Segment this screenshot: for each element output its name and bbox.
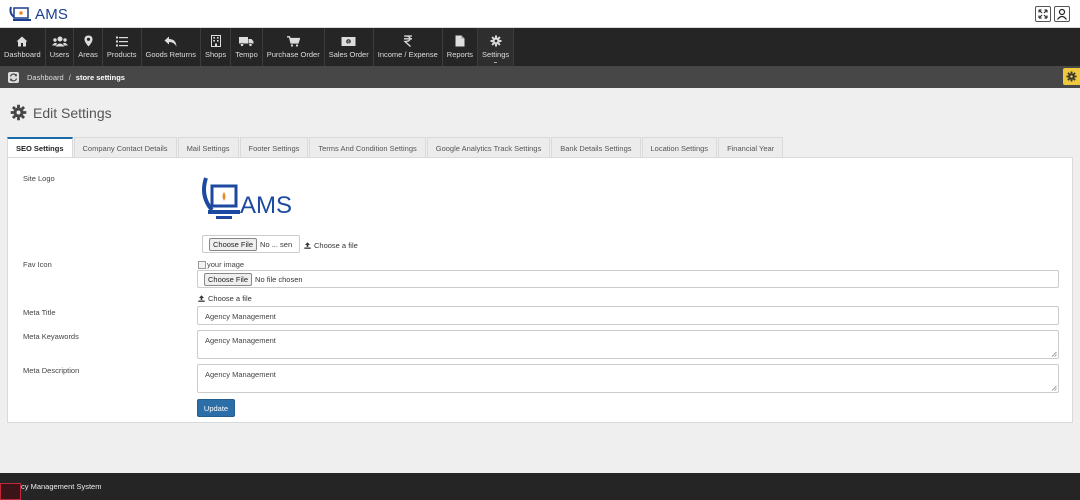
nav-item-dashboard[interactable]: Dashboard [0, 28, 46, 66]
rupee-icon [403, 35, 412, 47]
page-heading: Edit Settings [10, 104, 112, 121]
upload-icon [198, 295, 205, 302]
settings-tabs: SEO Settings Company Contact Details Mai… [7, 137, 784, 158]
fullscreen-icon[interactable] [1035, 6, 1051, 22]
broken-image-icon [198, 260, 206, 269]
users-icon [51, 36, 68, 46]
tab-google-analytics-track-settings[interactable]: Google Analytics Track Settings [426, 137, 551, 158]
nav-item-reports[interactable]: Reports [443, 28, 479, 66]
nav-item-goods-returns[interactable]: Goods Returns [142, 28, 201, 66]
nav-label-sales-order: Sales Order [328, 49, 369, 59]
tab-company-contact-details[interactable]: Company Contact Details [73, 137, 177, 158]
cog-icon [10, 104, 27, 121]
fav-file-status: No file chosen [255, 274, 303, 284]
meta-title-label: Meta Title [23, 308, 56, 317]
top-icons [1035, 6, 1070, 22]
building-icon [210, 35, 221, 47]
nav-label-purchase-order: Purchase Order [266, 49, 320, 59]
meta-keywords-value: Agency Management [205, 336, 276, 345]
breadcrumb-separator: / [68, 72, 71, 82]
nav-label-users: Users [49, 49, 70, 59]
settings-toggle-icon[interactable] [1063, 68, 1080, 85]
nav-label-settings: Settings [482, 50, 510, 59]
fav-choose-link-text: Choose a file [208, 294, 252, 303]
reply-icon [164, 36, 177, 46]
resize-handle-icon[interactable] [1051, 385, 1057, 391]
meta-description-textarea[interactable]: Agency Management [197, 364, 1059, 393]
home-icon [16, 36, 28, 46]
footer-text: cy Management System [21, 482, 102, 491]
fav-image-alt: your image [207, 260, 245, 269]
tab-financial-year[interactable]: Financial Year [718, 137, 784, 158]
tab-seo-settings[interactable]: SEO Settings [7, 137, 73, 158]
logo-choose-link-text: Choose a file [314, 241, 358, 250]
nav-item-tempo[interactable]: Tempo [231, 28, 263, 66]
file-icon [455, 35, 465, 47]
nav-label-reports: Reports [446, 50, 474, 59]
nav-item-shops[interactable]: Shops [201, 28, 232, 66]
nav-label-dashboard: Dashboard [4, 49, 41, 59]
nav-item-areas[interactable]: Areas [74, 28, 103, 66]
update-button[interactable]: Update [197, 399, 235, 417]
site-logo-label: Site Logo [23, 174, 55, 183]
brand-logo[interactable]: AMS [8, 5, 68, 23]
list-icon [115, 36, 128, 46]
nav-label-areas: Areas [78, 50, 98, 59]
refresh-icon[interactable] [8, 71, 19, 83]
footer-app-icon[interactable] [0, 483, 21, 500]
cart-icon [286, 35, 300, 47]
fav-choose-link[interactable]: Choose a file [198, 294, 252, 303]
nav-item-purchase-order[interactable]: Purchase Order [263, 28, 325, 66]
main-nav: Dashboard Users Areas Products Goods Ret… [0, 28, 1080, 66]
logo-file-input[interactable]: Choose File No ... sen [202, 235, 300, 253]
fav-icon-label: Fav Icon [23, 260, 52, 269]
nav-label-tempo: Tempo [235, 49, 258, 59]
tab-terms-and-condition-settings[interactable]: Terms And Condition Settings [309, 137, 426, 158]
page-title: Edit Settings [33, 104, 112, 121]
footer: cy Management System [0, 473, 1080, 500]
monitor-logo-icon [8, 5, 34, 23]
tab-footer-settings[interactable]: Footer Settings [239, 137, 309, 158]
upload-icon [304, 242, 311, 249]
nav-label-goods-returns: Goods Returns [145, 49, 196, 59]
meta-description-label: Meta Description [23, 366, 80, 375]
nav-label-shops: Shops [204, 50, 227, 59]
nav-item-users[interactable]: Users [46, 28, 75, 66]
logo-choose-link[interactable]: Choose a file [304, 241, 358, 250]
resize-handle-icon[interactable] [1051, 351, 1057, 357]
tab-location-settings[interactable]: Location Settings [641, 137, 718, 158]
user-profile-icon[interactable] [1054, 6, 1070, 22]
gear-icon [490, 35, 502, 47]
meta-title-input[interactable]: Agency Management [197, 306, 1059, 325]
meta-keywords-textarea[interactable]: Agency Management [197, 330, 1059, 359]
breadcrumb-bar: Dashboard / store settings [0, 66, 1080, 88]
site-logo-image: AMS [200, 172, 300, 230]
meta-description-value: Agency Management [205, 370, 276, 379]
nav-label-products: Products [106, 49, 137, 59]
logo-choose-file-button[interactable]: Choose File [209, 237, 258, 251]
tab-mail-settings[interactable]: Mail Settings [177, 137, 239, 158]
meta-keywords-label: Meta Keyawords [23, 332, 79, 341]
nav-item-sales-order[interactable]: $ Sales Order [325, 28, 374, 66]
truck-icon [238, 36, 254, 47]
fav-icon-image: your image [198, 260, 244, 269]
nav-label-income-expense: Income / Expense [377, 50, 438, 59]
fav-choose-file-button[interactable]: Choose File [204, 272, 253, 286]
tab-bank-details-settings[interactable]: Bank Details Settings [551, 137, 641, 158]
logo-text: AMS [240, 192, 292, 219]
brand-name: AMS [35, 5, 69, 23]
map-marker-icon [84, 35, 93, 47]
breadcrumb-home[interactable]: Dashboard [27, 73, 64, 82]
seo-settings-panel: Site Logo AMS Choose File No ... sen Cho… [7, 157, 1073, 423]
fav-file-input[interactable]: Choose File No file chosen [197, 270, 1059, 288]
money-icon: $ [341, 36, 356, 46]
brand-bar: AMS [0, 0, 1080, 28]
nav-item-income-expense[interactable]: Income / Expense [374, 28, 443, 66]
nav-item-products[interactable]: Products [103, 28, 142, 66]
logo-file-status: No ... sen [260, 239, 293, 249]
nav-item-settings[interactable]: Settings [478, 28, 515, 66]
breadcrumb-current: store settings [75, 72, 125, 82]
